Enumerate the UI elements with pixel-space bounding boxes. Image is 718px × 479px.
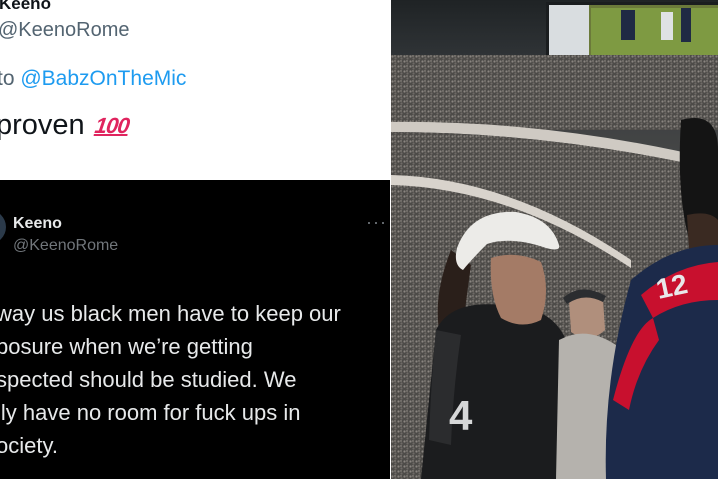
avatar[interactable]	[0, 210, 6, 244]
upper-crowd	[391, 55, 718, 130]
tweet-body: proven 100	[0, 109, 131, 142]
tweet-author-handle[interactable]: @KeenoRome	[0, 19, 129, 42]
reply-context: to @BabzOnTheMic	[0, 67, 186, 91]
reply-mention-link[interactable]: @BabzOnTheMic	[20, 67, 186, 90]
jersey-number-right: 12	[653, 268, 690, 305]
tweet-dark-card: Keeno @KeenoRome ··· way us black men ha…	[0, 180, 390, 479]
stadium-scene-illustration: 4 12	[391, 0, 718, 479]
tweet-text: way us black men have to keep our posure…	[0, 301, 341, 458]
tweet-text: proven	[0, 109, 85, 141]
tweet-author-handle[interactable]: @KeenoRome	[13, 237, 118, 255]
stadium-photo: 4 12	[391, 0, 718, 479]
tweet-light-card: Keeno @KeenoRome to @BabzOnTheMic proven…	[0, 0, 390, 180]
tweet-author-name[interactable]: Keeno	[13, 215, 62, 233]
jersey-number-left: 4	[449, 392, 473, 439]
hundred-points-emoji-icon: 100	[92, 112, 131, 138]
tweet-author-name[interactable]: Keeno	[0, 0, 51, 14]
reply-prefix: to	[0, 67, 15, 90]
more-options-icon[interactable]: ···	[366, 212, 387, 233]
